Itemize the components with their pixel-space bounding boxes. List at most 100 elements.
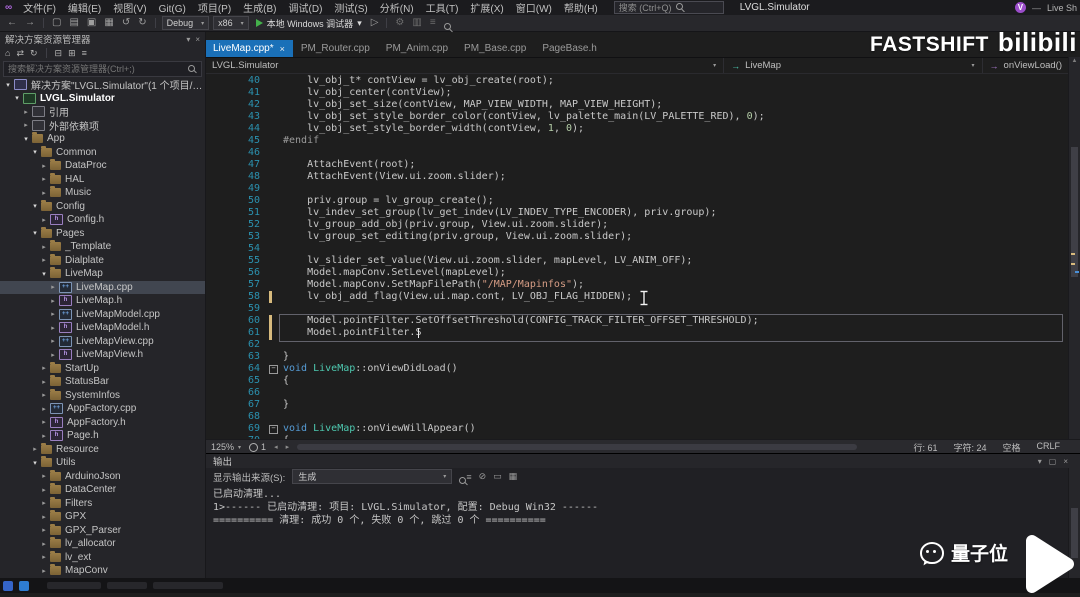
menu-编辑(E)[interactable]: 编辑(E) xyxy=(62,4,107,15)
status-spaces[interactable]: 空格 xyxy=(1002,441,1020,454)
chevron-right-icon[interactable]: ▸ xyxy=(39,175,49,183)
tree-item-LiveMapView.h[interactable]: ▸hLiveMapView.h xyxy=(0,348,205,362)
output-log[interactable]: 已启动清理...1>------ 已启动清理: 项目: LVGL.Simulat… xyxy=(205,485,1080,530)
output-scrollbar[interactable] xyxy=(1068,468,1080,578)
output-source-dropdown[interactable]: 生成 ▾ xyxy=(292,469,452,484)
menu-生成(B)[interactable]: 生成(B) xyxy=(237,4,282,15)
word-wrap-icon[interactable]: ≡ xyxy=(466,472,471,482)
redo-icon[interactable]: ↻ xyxy=(136,16,148,30)
chevron-right-icon[interactable]: ▸ xyxy=(39,567,49,575)
scrollbar-thumb[interactable] xyxy=(1071,508,1078,558)
code-line-69[interactable]: 69−void LiveMap::onViewWillAppear() xyxy=(205,423,1069,435)
zoom-control[interactable]: 125% ▾ xyxy=(211,442,241,452)
tree-item-解决方案"LVGL.Simulator"(1 个项目/共 1 个)[interactable]: ▾解决方案"LVGL.Simulator"(1 个项目/共 1 个) xyxy=(0,78,205,92)
window-menu-icon[interactable]: ▾ xyxy=(186,35,190,44)
solution-config-dropdown[interactable]: Debug▾ xyxy=(162,16,210,30)
tree-item-_Template[interactable]: ▸_Template xyxy=(0,240,205,254)
platform-dropdown[interactable]: x86▾ xyxy=(213,16,249,30)
code-line-43[interactable]: 43 lv_obj_set_style_border_color(contVie… xyxy=(205,111,1069,123)
minimize-icon[interactable]: — xyxy=(1032,3,1041,13)
solution-search-box[interactable] xyxy=(3,61,202,77)
chevron-right-icon[interactable]: ▸ xyxy=(39,189,49,197)
window-menu-icon[interactable]: ▾ xyxy=(1038,457,1042,466)
collapse-all-icon[interactable]: ⊟ xyxy=(55,48,63,59)
horizontal-scrollbar[interactable] xyxy=(297,444,857,450)
scroll-right-icon[interactable]: ▸ xyxy=(286,443,290,451)
tree-item-LiveMap.cpp[interactable]: ▸++LiveMap.cpp xyxy=(0,281,205,295)
code-line-45[interactable]: 45#endif xyxy=(205,135,1069,147)
chevron-right-icon[interactable]: ▸ xyxy=(39,526,49,534)
undo-icon[interactable]: ↺ xyxy=(120,16,132,30)
chevron-right-icon[interactable]: ▸ xyxy=(39,378,49,386)
close-icon[interactable]: × xyxy=(195,35,200,44)
chevron-down-icon[interactable]: ▾ xyxy=(30,202,40,210)
code-line-59[interactable]: 59 xyxy=(205,303,1069,315)
code-line-42[interactable]: 42 lv_obj_set_size(contView, MAP_VIEW_WI… xyxy=(205,99,1069,111)
code-line-41[interactable]: 41 lv_obj_center(contView); xyxy=(205,87,1069,99)
chevron-right-icon[interactable]: ▸ xyxy=(39,418,49,426)
chevron-right-icon[interactable]: ▸ xyxy=(48,297,58,305)
code-line-40[interactable]: 40 lv_obj_t* contView = lv_obj_create(ro… xyxy=(205,75,1069,87)
code-line-50[interactable]: 50 priv.group = lv_group_create(); xyxy=(205,195,1069,207)
code-line-48[interactable]: 48 AttachEvent(View.ui.zoom.slider); xyxy=(205,171,1069,183)
solution-search-input[interactable] xyxy=(8,64,188,74)
menu-分析(N)[interactable]: 分析(N) xyxy=(374,4,420,15)
chevron-down-icon[interactable]: ▾ xyxy=(12,94,22,102)
tab-LiveMap.cpp-[interactable]: LiveMap.cpp*× xyxy=(205,40,293,57)
menu-工具(T)[interactable]: 工具(T) xyxy=(420,4,465,15)
code-line-47[interactable]: 47 AttachEvent(root); xyxy=(205,159,1069,171)
tree-item-Resource[interactable]: ▸Resource xyxy=(0,443,205,457)
code-line-64[interactable]: 64−void LiveMap::onViewDidLoad() xyxy=(205,363,1069,375)
tab-PM_Base.cpp[interactable]: PM_Base.cpp xyxy=(456,40,534,57)
maximize-panel-icon[interactable]: ▢ xyxy=(1049,457,1057,466)
tab-PM_Router.cpp[interactable]: PM_Router.cpp xyxy=(293,40,378,57)
chevron-right-icon[interactable]: ▸ xyxy=(39,513,49,521)
tree-item-SystemInfos[interactable]: ▸SystemInfos xyxy=(0,389,205,403)
menu-测试(S)[interactable]: 测试(S) xyxy=(328,4,373,15)
tree-item-ArduinoJson[interactable]: ▸ArduinoJson xyxy=(0,470,205,484)
chevron-down-icon[interactable]: ▾ xyxy=(30,459,40,467)
tree-item-LiveMapModel.cpp[interactable]: ▸++LiveMapModel.cpp xyxy=(0,308,205,322)
tree-item-LiveMapView.cpp[interactable]: ▸++LiveMapView.cpp xyxy=(0,335,205,349)
menu-视图(V)[interactable]: 视图(V) xyxy=(107,4,152,15)
tree-item-LiveMap.h[interactable]: ▸hLiveMap.h xyxy=(0,294,205,308)
close-icon[interactable]: × xyxy=(1063,457,1068,466)
chevron-down-icon[interactable]: ▾ xyxy=(39,270,49,278)
chevron-right-icon[interactable]: ▸ xyxy=(39,472,49,480)
chevron-right-icon[interactable]: ▸ xyxy=(39,162,49,170)
nav-back-icon[interactable]: ← xyxy=(5,16,19,30)
start-debugging-button[interactable]: 本地 Windows 调试器 ▾ xyxy=(253,17,365,30)
toggle-autoscroll-icon[interactable]: ▭ xyxy=(493,471,502,482)
tree-item-LiveMap[interactable]: ▾LiveMap xyxy=(0,267,205,281)
tree-item-lv_ext[interactable]: ▸lv_ext xyxy=(0,551,205,565)
tree-item-lv_allocator[interactable]: ▸lv_allocator xyxy=(0,537,205,551)
code-line-56[interactable]: 56 Model.mapConv.SetLevel(mapLevel); xyxy=(205,267,1069,279)
code-line-51[interactable]: 51 lv_indev_set_group(lv_get_indev(LV_IN… xyxy=(205,207,1069,219)
save-all-icon[interactable]: ▦ xyxy=(102,16,115,30)
tree-item-StatusBar[interactable]: ▸StatusBar xyxy=(0,375,205,389)
scrollbar-thumb[interactable] xyxy=(1071,147,1078,277)
chevron-right-icon[interactable]: ▸ xyxy=(21,121,31,129)
chevron-right-icon[interactable]: ▸ xyxy=(39,432,49,440)
menu-扩展(X)[interactable]: 扩展(X) xyxy=(464,4,509,15)
tree-item-MapConv[interactable]: ▸MapConv xyxy=(0,564,205,578)
tree-item-HAL[interactable]: ▸HAL xyxy=(0,173,205,187)
live-share-button[interactable]: Live Sh xyxy=(1047,3,1077,13)
tree-item-Music[interactable]: ▸Music xyxy=(0,186,205,200)
code-line-67[interactable]: 67} xyxy=(205,399,1069,411)
tree-item-GPX[interactable]: ▸GPX xyxy=(0,510,205,524)
code-line-66[interactable]: 66 xyxy=(205,387,1069,399)
vertical-scrollbar[interactable]: ▲ ▼ xyxy=(1068,57,1080,453)
scroll-up-icon[interactable]: ▲ xyxy=(1069,58,1080,64)
break-all-icon[interactable]: ▥ xyxy=(410,16,423,30)
code-line-62[interactable]: 62 xyxy=(205,339,1069,351)
save-icon[interactable]: ▣ xyxy=(85,16,98,30)
tree-item-DataCenter[interactable]: ▸DataCenter xyxy=(0,483,205,497)
tree-item-Page.h[interactable]: ▸hPage.h xyxy=(0,429,205,443)
indicator-badge[interactable]: 1 xyxy=(249,442,266,452)
code-line-44[interactable]: 44 lv_obj_set_style_border_width(contVie… xyxy=(205,123,1069,135)
code-line-60[interactable]: 60 Model.pointFilter.SetOffsetThreshold(… xyxy=(205,315,1069,327)
collapse-icon[interactable]: − xyxy=(269,425,278,434)
step-icons[interactable]: ≡ xyxy=(428,16,438,30)
breadcrumb-member-dropdown[interactable]: → onViewLoad() xyxy=(983,58,1069,73)
